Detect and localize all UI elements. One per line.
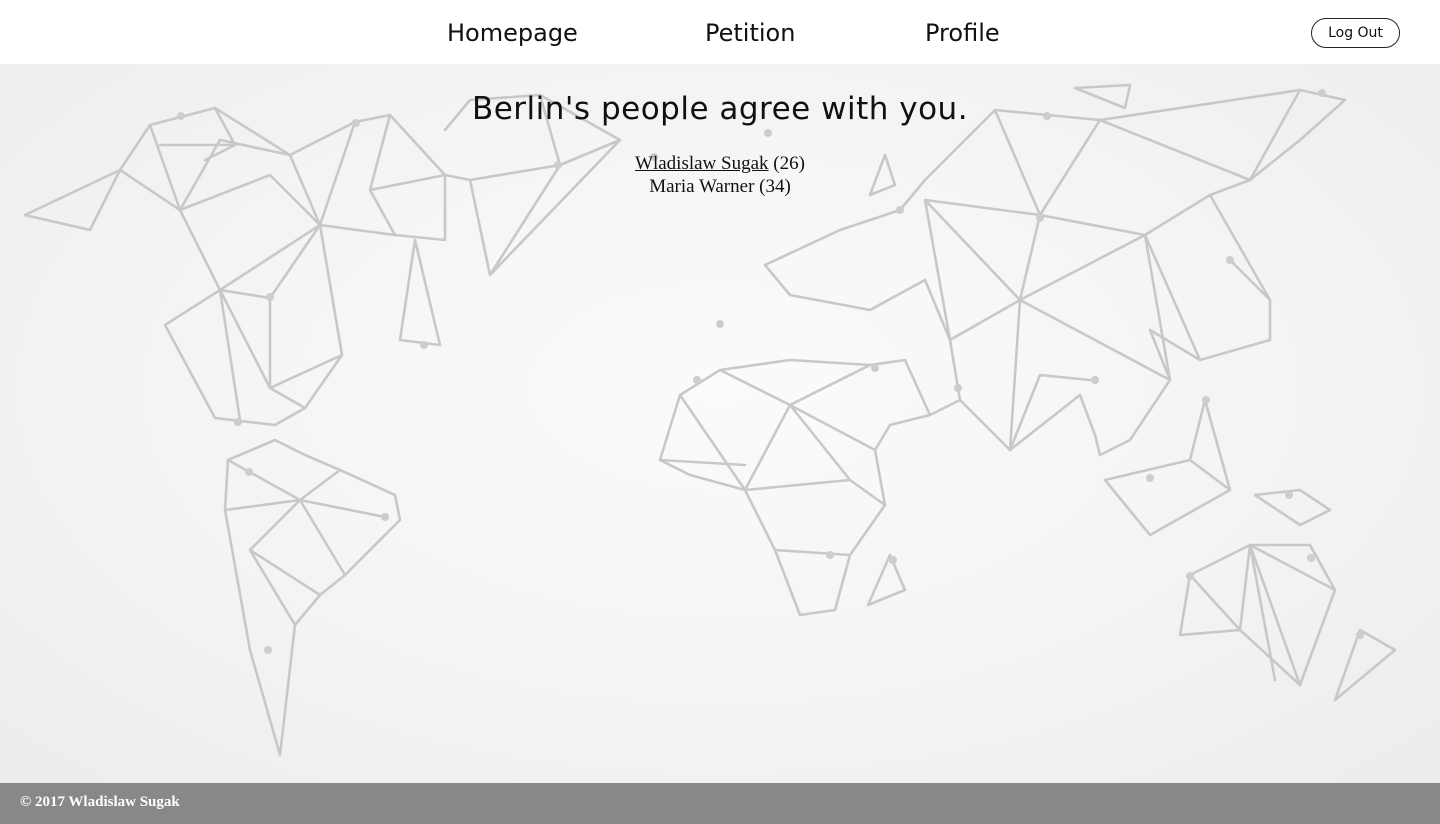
main-content: Berlin's people agree with you. Wladisla…: [0, 64, 1440, 198]
signers-list: Wladislaw Sugak (26) Maria Warner (34): [0, 152, 1440, 198]
signer-age: (26): [773, 153, 805, 174]
footer-copyright: © 2017 Wladislaw Sugak: [20, 794, 180, 810]
logout-button[interactable]: Log Out: [1311, 18, 1400, 48]
signer-name-link[interactable]: Wladislaw Sugak: [635, 153, 769, 174]
signer-age: (34): [759, 176, 791, 197]
page-headline: Berlin's people agree with you.: [471, 91, 969, 127]
signer-name: Maria Warner: [649, 176, 755, 197]
top-navigation-bar: Homepage Petition Profile Log Out: [0, 0, 1440, 64]
nav-link-homepage[interactable]: Homepage: [447, 17, 578, 49]
nav-link-profile[interactable]: Profile: [925, 17, 1000, 49]
signer-item: Wladislaw Sugak (26): [0, 152, 1440, 175]
page-footer: © 2017 Wladislaw Sugak: [0, 783, 1440, 824]
signer-item: Maria Warner (34): [0, 175, 1440, 198]
nav-link-petition[interactable]: Petition: [705, 17, 795, 49]
